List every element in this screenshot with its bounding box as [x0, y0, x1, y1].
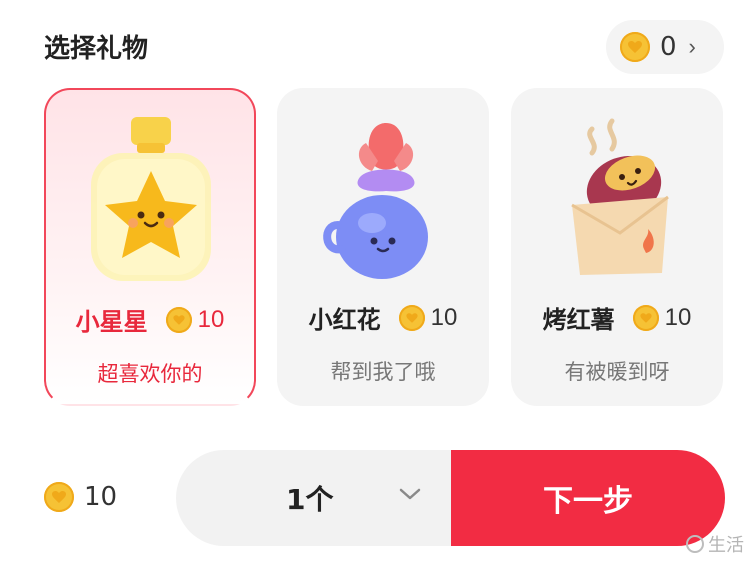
sweet-potato-icon	[511, 108, 723, 288]
gift-card-star[interactable]: 小星星 10 超喜欢你的	[44, 88, 256, 406]
coin-icon	[632, 304, 659, 331]
gift-card-sweet-potato[interactable]: 烤红薯 10 有被暖到呀	[511, 88, 723, 406]
next-step-button[interactable]: 下一步	[451, 450, 725, 546]
gift-card-flower[interactable]: 小红花 10 帮到我了哦	[277, 88, 489, 406]
gift-desc: 超喜欢你的	[97, 362, 203, 386]
chevron-right-icon: ›	[688, 34, 696, 59]
total-value: 10	[84, 482, 118, 512]
watermark-text: 生活	[708, 535, 744, 556]
coin-icon	[44, 482, 74, 512]
total-cost: 10	[44, 482, 117, 512]
page-title: 选择礼物	[44, 34, 149, 64]
balance-value: 0	[660, 32, 677, 62]
coin-icon	[165, 306, 192, 333]
gift-desc: 有被暖到呀	[564, 360, 670, 384]
coin-icon	[620, 32, 650, 62]
gift-name: 小红花	[308, 306, 381, 334]
watermark-logo-icon	[686, 535, 704, 553]
gift-price: 10	[430, 303, 458, 331]
gift-desc: 帮到我了哦	[330, 360, 436, 384]
quantity-select[interactable]: 1个	[176, 450, 476, 546]
gift-name: 小星星	[75, 308, 148, 336]
chevron-down-icon	[398, 486, 422, 507]
gift-name: 烤红薯	[542, 306, 615, 334]
coin-icon	[398, 304, 425, 331]
flower-vase-icon	[277, 108, 489, 288]
quantity-value: 1个	[286, 483, 334, 516]
star-bottle-icon	[46, 110, 254, 290]
watermark: 生活	[686, 531, 744, 557]
gift-price: 10	[664, 303, 692, 331]
balance-pill[interactable]: 0 ›	[606, 20, 724, 74]
gift-price: 10	[197, 305, 225, 333]
